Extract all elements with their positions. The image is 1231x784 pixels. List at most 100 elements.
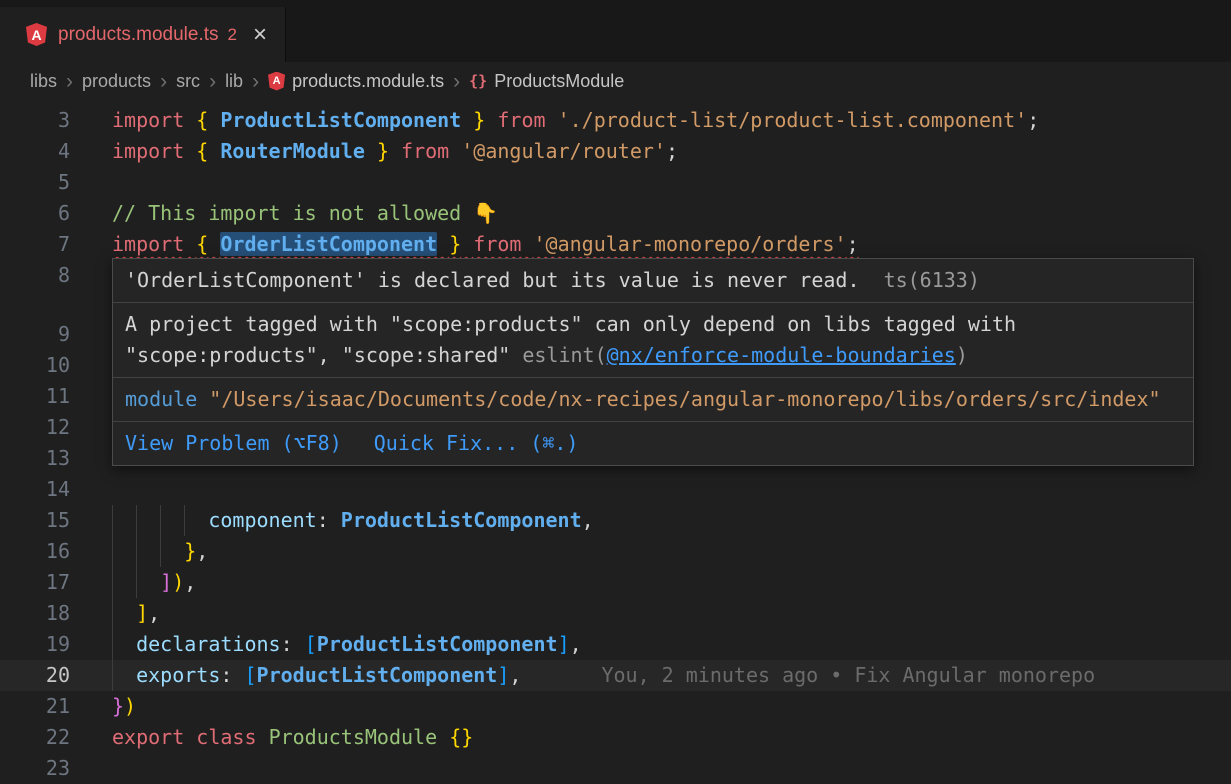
code-content: ]), (112, 567, 1231, 598)
line-number[interactable]: 19 (0, 629, 70, 660)
breadcrumb-item[interactable]: {}ProductsModule (469, 71, 624, 92)
code-token: ; (666, 139, 678, 163)
close-icon[interactable]: × (253, 23, 267, 47)
code-content (112, 753, 1231, 784)
git-blame-annotation: You, 2 minutes ago • Fix Angular monorep… (601, 663, 1095, 687)
code-line[interactable]: 14 (0, 474, 1231, 505)
module-path: "/Users/isaac/Documents/code/nx-recipes/… (197, 387, 1160, 411)
code-line[interactable]: 22 export class ProductsModule {} (0, 722, 1231, 753)
breadcrumb-item[interactable]: src (176, 71, 200, 92)
line-number[interactable]: 14 (0, 474, 70, 505)
code-token: ProductsModule (269, 725, 438, 749)
line-number[interactable]: 6 (0, 198, 70, 229)
breadcrumb-label: products (82, 71, 151, 92)
code-content: exports: [ProductListComponent],You, 2 m… (112, 660, 1231, 691)
code-line[interactable]: 23 (0, 753, 1231, 784)
code-line[interactable]: 20 exports: [ProductListComponent],You, … (0, 660, 1231, 691)
breadcrumb-label: libs (30, 71, 57, 92)
code-token (208, 139, 220, 163)
angular-icon: A (268, 72, 285, 91)
code-content: export class ProductsModule {} (112, 722, 1231, 753)
code-content (112, 167, 1231, 198)
code-line[interactable]: 6 // This import is not allowed 👇 (0, 198, 1231, 229)
code-token: ] (497, 663, 509, 687)
class-symbol-icon: {} (469, 74, 487, 89)
indent-guide (112, 505, 208, 536)
code-text: }, (184, 539, 208, 563)
editor-tab[interactable]: A products.module.ts 2 × (0, 7, 286, 62)
line-number[interactable]: 23 (0, 753, 70, 784)
view-problem-link[interactable]: View Problem (⌥F8) (125, 428, 342, 459)
line-number[interactable]: 10 (0, 350, 70, 381)
code-line[interactable]: 15 component: ProductListComponent, (0, 505, 1231, 536)
code-line[interactable]: 19 declarations: [ProductListComponent], (0, 629, 1231, 660)
code-token: ; (1027, 108, 1039, 132)
code-line[interactable]: 21}) (0, 691, 1231, 722)
breadcrumb-item[interactable]: libs (30, 71, 57, 92)
code-line[interactable]: 16 }, (0, 536, 1231, 567)
code-token: , (184, 570, 196, 594)
code-content: }) (112, 691, 1231, 722)
code-token: , (570, 632, 582, 656)
diagnostic-ts-message: 'OrderListComponent' is declared but its… (125, 268, 860, 292)
code-content: }, (112, 536, 1231, 567)
line-number[interactable]: 7 (0, 229, 70, 260)
code-content: component: ProductListComponent, (112, 505, 1231, 536)
angular-icon-letter: A (273, 76, 281, 87)
code-token: RouterModule (220, 139, 365, 163)
line-number[interactable]: 20 (0, 660, 70, 691)
diagnostic-eslint: A project tagged with "scope:products" c… (113, 303, 1193, 378)
code-token: } (449, 232, 461, 256)
code-content: import { ProductListComponent } from './… (112, 105, 1231, 136)
code-token: ] (136, 601, 148, 625)
code-token (437, 232, 449, 256)
code-line[interactable]: 18 ], (0, 598, 1231, 629)
eslint-rule-link[interactable]: @nx/enforce-module-boundaries (607, 343, 956, 367)
code-token: : (281, 632, 305, 656)
breadcrumb-item[interactable]: lib (225, 71, 243, 92)
code-token: , (148, 601, 160, 625)
code-token: ; (847, 232, 859, 256)
breadcrumb-item[interactable]: products (82, 71, 151, 92)
code-line[interactable]: 5 (0, 167, 1231, 198)
code-line[interactable]: 17 ]), (0, 567, 1231, 598)
code-line[interactable]: 3 import { ProductListComponent } from '.… (0, 105, 1231, 136)
line-number[interactable]: 21 (0, 691, 70, 722)
code-content: declarations: [ProductListComponent], (112, 629, 1231, 660)
chevron-right-icon: › (160, 71, 167, 92)
line-number[interactable]: 16 (0, 536, 70, 567)
code-content: // This import is not allowed 👇 (112, 198, 1231, 229)
angular-file-icon: A (26, 23, 47, 46)
code-token: exports (136, 663, 220, 687)
module-info: module "/Users/isaac/Documents/code/nx-r… (113, 378, 1193, 422)
line-number[interactable]: 5 (0, 167, 70, 198)
line-number[interactable]: 11 (0, 381, 70, 412)
line-number[interactable]: 13 (0, 443, 70, 474)
line-number[interactable]: 18 (0, 598, 70, 629)
code-token: import (112, 139, 184, 163)
eslint-source-prefix: eslint( (510, 343, 606, 367)
quick-fix-link[interactable]: Quick Fix... (⌘.) (374, 428, 579, 459)
code-token: { (196, 232, 208, 256)
line-number[interactable]: 12 (0, 412, 70, 443)
eslint-source-suffix: ) (956, 343, 968, 367)
line-number[interactable]: 4 (0, 136, 70, 167)
breadcrumb-label: products.module.ts (292, 71, 444, 92)
code-token: ProductListComponent (220, 108, 461, 132)
code-token: '@angular-monorepo/orders' (534, 232, 847, 256)
code-content (112, 474, 1231, 505)
line-number[interactable]: 3 (0, 105, 70, 136)
line-number[interactable]: 17 (0, 567, 70, 598)
line-number[interactable]: 15 (0, 505, 70, 536)
line-number[interactable]: 9 (0, 319, 70, 350)
code-token: } (184, 539, 196, 563)
code-line[interactable]: 7import { OrderListComponent } from '@an… (0, 229, 1231, 260)
line-number[interactable]: 22 (0, 722, 70, 753)
line-number[interactable]: 8 (0, 260, 70, 291)
code-token (461, 108, 473, 132)
code-line[interactable]: 4import { RouterModule } from '@angular/… (0, 136, 1231, 167)
breadcrumb-item[interactable]: Aproducts.module.ts (268, 71, 444, 92)
code-text: ]), (160, 570, 196, 594)
code-token: { (196, 108, 208, 132)
code-token: './product-list/product-list.component' (558, 108, 1028, 132)
